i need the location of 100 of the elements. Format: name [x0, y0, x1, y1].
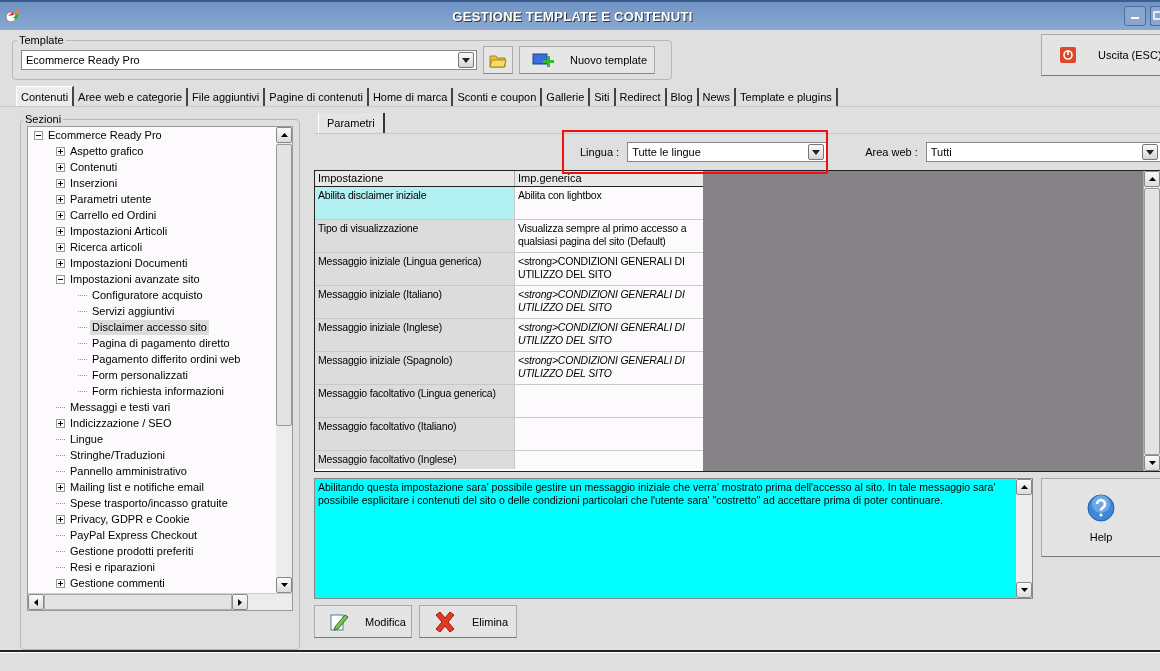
- column-header: Impostazione: [315, 171, 515, 186]
- web-area-label: Area web :: [865, 146, 918, 158]
- tree-item[interactable]: Lingue: [68, 431, 106, 447]
- tree-item[interactable]: Privacy, GDPR e Cookie: [68, 511, 192, 527]
- tab[interactable]: Siti: [590, 88, 616, 106]
- tree-item[interactable]: Carrello ed Ordini: [68, 207, 159, 223]
- expand-icon[interactable]: [56, 194, 65, 204]
- exit-button[interactable]: Uscita (ESC): [1041, 34, 1160, 76]
- left-arrow-icon: [34, 598, 38, 606]
- help-icon: [1086, 492, 1116, 523]
- tab[interactable]: Pagine di contenuti: [265, 88, 369, 106]
- expand-icon[interactable]: [56, 178, 65, 188]
- edit-button[interactable]: Modifica: [314, 605, 412, 638]
- collapse-icon[interactable]: [56, 274, 65, 284]
- tree-item[interactable]: Parametri utente: [68, 191, 154, 207]
- column-header: Imp.generica: [517, 171, 583, 186]
- tab[interactable]: Sconti e coupon: [453, 88, 543, 106]
- vertical-scrollbar[interactable]: [1143, 171, 1160, 471]
- setting-name[interactable]: Messaggio iniziale (Lingua generica): [315, 253, 515, 285]
- tab[interactable]: Home di marca: [368, 88, 454, 106]
- table-cell[interactable]: [515, 451, 703, 469]
- setting-value[interactable]: <strong>CONDIZIONI GENERALI DI UTILIZZO DEL SITO: [515, 352, 703, 384]
- expand-icon[interactable]: [56, 242, 65, 252]
- tree-item[interactable]: Gestione commenti: [68, 575, 167, 591]
- tree-item[interactable]: Pannello amministrativo: [68, 463, 189, 479]
- language-dropdown[interactable]: Tutte le lingue: [627, 142, 828, 162]
- tree-item[interactable]: Form personalizzati: [90, 367, 190, 383]
- tree-item[interactable]: Form richiesta informazioni: [90, 383, 227, 399]
- tree-item[interactable]: Spese trasporto/incasso gratuite: [68, 495, 230, 511]
- tree-item[interactable]: Stringhe/Traduzioni: [68, 447, 167, 463]
- tree-item[interactable]: Mailing list e notifiche email: [68, 479, 206, 495]
- expand-icon[interactable]: [56, 418, 65, 428]
- table-cell[interactable]: [515, 385, 703, 417]
- collapse-icon[interactable]: [34, 130, 43, 140]
- tree-item[interactable]: Inserzioni: [68, 175, 120, 191]
- maximize-button[interactable]: [1150, 6, 1160, 26]
- expand-icon[interactable]: [56, 210, 65, 220]
- vertical-scrollbar[interactable]: [1016, 479, 1032, 598]
- setting-value[interactable]: Abilita con lightbox: [515, 187, 703, 219]
- expand-icon[interactable]: [56, 162, 65, 172]
- setting-value[interactable]: <strong>CONDIZIONI GENERALI DI UTILIZZO DEL SITO: [515, 286, 703, 318]
- expand-icon[interactable]: [56, 226, 65, 236]
- setting-name[interactable]: Messaggio facoltativo (Inglese): [315, 451, 515, 469]
- tab[interactable]: File aggiuntivi: [188, 88, 266, 106]
- expand-icon[interactable]: [56, 146, 65, 156]
- tab[interactable]: Template e plugins: [736, 88, 838, 106]
- tree-item[interactable]: Ricerca articoli: [68, 239, 145, 255]
- app-icon: [5, 9, 21, 23]
- tree-item[interactable]: PayPal Express Checkout: [68, 527, 200, 543]
- tab[interactable]: Gallerie: [542, 88, 591, 106]
- down-arrow-icon: [1148, 461, 1156, 465]
- expand-icon[interactable]: [56, 258, 65, 268]
- tree-item[interactable]: Indicizzazione / SEO: [68, 415, 174, 431]
- tree-item[interactable]: Ecommerce Ready Pro: [46, 127, 164, 143]
- tree-item[interactable]: Gestione prodotti preferiti: [68, 543, 196, 559]
- tab[interactable]: Redirect: [615, 88, 667, 106]
- tab[interactable]: Parametri: [318, 113, 385, 133]
- template-dropdown[interactable]: Ecommerce Ready Pro: [21, 50, 477, 70]
- setting-name[interactable]: Messaggio facoltativo (Italiano): [315, 418, 515, 450]
- tree-item[interactable]: Messaggi e testi vari: [68, 399, 173, 415]
- setting-name[interactable]: Abilita disclaimer iniziale: [315, 187, 515, 219]
- tree-item[interactable]: Aspetto grafico: [68, 143, 146, 159]
- dropdown-arrow-icon: [1146, 149, 1154, 155]
- tree-item[interactable]: Disclaimer accesso sito: [90, 319, 209, 335]
- setting-name[interactable]: Messaggio facoltativo (Lingua generica): [315, 385, 515, 417]
- tab[interactable]: News: [698, 88, 737, 106]
- tree-item[interactable]: Impostazioni Articoli: [68, 223, 170, 239]
- pencil-icon: [329, 611, 349, 632]
- setting-name[interactable]: Messaggio iniziale (Spagnolo): [315, 352, 515, 384]
- tree-item[interactable]: Resi e riparazioni: [68, 559, 157, 575]
- setting-name[interactable]: Messaggio iniziale (Inglese): [315, 319, 515, 351]
- expand-icon[interactable]: [56, 578, 65, 588]
- tab[interactable]: Blog: [666, 88, 699, 106]
- tree-item[interactable]: Servizi aggiuntivi: [90, 303, 177, 319]
- table-cell[interactable]: [515, 418, 703, 450]
- tab[interactable]: Contenuti: [16, 86, 75, 106]
- help-button[interactable]: Help: [1041, 478, 1160, 557]
- expand-icon[interactable]: [56, 482, 65, 492]
- setting-name[interactable]: Tipo di visualizzazione: [315, 220, 515, 252]
- vertical-scrollbar[interactable]: [276, 127, 292, 593]
- web-area-dropdown[interactable]: Tutti: [925, 142, 1160, 162]
- tree-item[interactable]: Pagina di pagamento diretto: [90, 335, 232, 351]
- folder-button[interactable]: [483, 46, 513, 74]
- tree-item[interactable]: Impostazioni avanzate sito: [68, 271, 202, 287]
- tree-item[interactable]: Contenuti: [68, 159, 120, 175]
- tree-item[interactable]: Configuratore acquisto: [90, 287, 205, 303]
- tab[interactable]: Aree web e categorie: [74, 88, 189, 106]
- minimize-button[interactable]: [1124, 6, 1146, 26]
- new-template-button[interactable]: Nuovo template: [519, 46, 655, 74]
- setting-value[interactable]: <strong>CONDIZIONI GENERALI DI UTILIZZO DEL SITO: [515, 253, 703, 285]
- expand-icon[interactable]: [56, 514, 65, 524]
- horizontal-scrollbar[interactable]: [28, 593, 292, 610]
- delete-icon: [434, 610, 456, 633]
- tree-item[interactable]: Pagamento differito ordini web: [90, 351, 243, 367]
- delete-button[interactable]: Elimina: [419, 605, 517, 638]
- setting-value[interactable]: Visualizza sempre al primo accesso a qualsiasi pagina del sito (Default): [515, 220, 703, 252]
- setting-name[interactable]: Messaggio iniziale (Italiano): [315, 286, 515, 318]
- tree-item[interactable]: Impostazioni Documenti: [68, 255, 190, 271]
- setting-value[interactable]: <strong>CONDIZIONI GENERALI DI UTILIZZO DEL SITO: [515, 319, 703, 351]
- language-label: Lingua :: [580, 146, 620, 158]
